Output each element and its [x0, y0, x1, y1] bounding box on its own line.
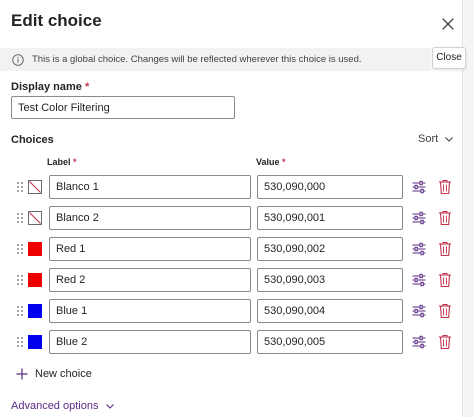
advanced-options-toggle[interactable]: Advanced options	[11, 400, 115, 412]
choice-value-input[interactable]	[257, 237, 403, 261]
dialog-title: Edit choice	[11, 11, 102, 30]
settings-sliders-icon[interactable]	[411, 210, 427, 226]
drag-handle-icon[interactable]	[16, 304, 24, 318]
choice-value-input[interactable]	[257, 330, 403, 354]
chevron-down-icon	[445, 137, 454, 142]
choice-value-input[interactable]	[257, 299, 403, 323]
close-button[interactable]	[438, 14, 458, 34]
choice-label-input[interactable]	[49, 206, 251, 230]
choice-value-input[interactable]	[257, 268, 403, 292]
choice-row	[0, 268, 462, 292]
choice-row	[0, 330, 462, 354]
no-color-icon	[29, 181, 41, 193]
drag-handle-icon[interactable]	[16, 335, 24, 349]
settings-sliders-icon[interactable]	[411, 179, 427, 195]
settings-sliders-icon[interactable]	[411, 272, 427, 288]
new-choice-label: New choice	[35, 368, 92, 380]
settings-sliders-icon[interactable]	[411, 303, 427, 319]
plus-icon	[16, 368, 28, 380]
new-choice-button[interactable]: New choice	[16, 368, 92, 380]
settings-sliders-icon[interactable]	[411, 241, 427, 257]
choice-label-input[interactable]	[49, 237, 251, 261]
choice-value-input[interactable]	[257, 175, 403, 199]
close-icon	[442, 18, 454, 30]
settings-sliders-icon[interactable]	[411, 334, 427, 350]
close-tooltip: Close	[432, 47, 466, 69]
drag-handle-icon[interactable]	[16, 211, 24, 225]
drag-handle-icon[interactable]	[16, 273, 24, 287]
chevron-down-icon	[106, 404, 115, 409]
no-color-swatch[interactable]	[28, 211, 42, 225]
label-column-header: Label *	[47, 157, 77, 167]
drag-handle-icon[interactable]	[16, 242, 24, 256]
color-swatch[interactable]	[28, 273, 42, 287]
notice-text: This is a global choice. Changes will be…	[32, 54, 362, 65]
choice-label-input[interactable]	[49, 299, 251, 323]
choices-heading: Choices	[11, 134, 54, 146]
color-swatch[interactable]	[28, 304, 42, 318]
trash-icon[interactable]	[438, 303, 452, 319]
global-choice-notice: This is a global choice. Changes will be…	[0, 48, 430, 71]
choice-label-input[interactable]	[49, 268, 251, 292]
info-icon	[12, 53, 24, 66]
choice-row	[0, 175, 462, 199]
choice-label-input[interactable]	[49, 330, 251, 354]
trash-icon[interactable]	[438, 179, 452, 195]
advanced-options-label: Advanced options	[11, 400, 99, 412]
trash-icon[interactable]	[438, 241, 452, 257]
choice-row	[0, 206, 462, 230]
color-swatch[interactable]	[28, 242, 42, 256]
choice-row	[0, 299, 462, 323]
sort-button[interactable]: Sort	[418, 133, 454, 145]
no-color-icon	[29, 212, 41, 224]
value-column-header: Value *	[256, 157, 286, 167]
sort-label: Sort	[418, 133, 439, 145]
display-name-label: Display name *	[11, 81, 90, 93]
trash-icon[interactable]	[438, 334, 452, 350]
trash-icon[interactable]	[438, 210, 452, 226]
choice-label-input[interactable]	[49, 175, 251, 199]
color-swatch[interactable]	[28, 335, 42, 349]
drag-handle-icon[interactable]	[16, 180, 24, 194]
trash-icon[interactable]	[438, 272, 452, 288]
display-name-input[interactable]	[11, 96, 235, 119]
no-color-swatch[interactable]	[28, 180, 42, 194]
choice-value-input[interactable]	[257, 206, 403, 230]
choice-row	[0, 237, 462, 261]
